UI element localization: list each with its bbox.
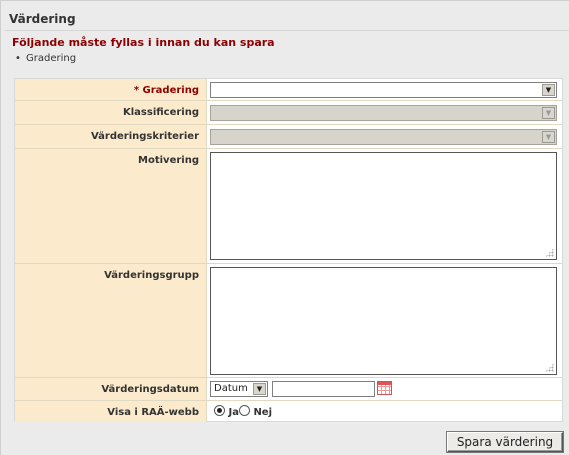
row-visa-raa-webb: Visa i RAÄ-webb Ja Nej bbox=[15, 401, 562, 422]
validation-error-item: Gradering bbox=[26, 53, 76, 64]
visa-raa-webb-options: Ja Nej bbox=[214, 405, 272, 418]
validation-error-list: Gradering bbox=[26, 53, 76, 64]
visa-raa-webb-label: Visa i RAÄ-webb bbox=[107, 407, 199, 418]
motivering-label-cell: Motivering bbox=[15, 149, 207, 263]
panel-title: Värdering bbox=[9, 12, 76, 26]
motivering-label: Motivering bbox=[138, 155, 199, 166]
klassificering-select[interactable]: ▼ bbox=[210, 105, 557, 121]
chevron-down-icon[interactable]: ▼ bbox=[542, 131, 555, 143]
row-gradering: * Gradering ▼ bbox=[15, 79, 562, 101]
resize-grip-icon[interactable] bbox=[545, 363, 554, 372]
gradering-label-cell: * Gradering bbox=[15, 79, 207, 100]
chevron-down-icon[interactable]: ▼ bbox=[542, 107, 555, 119]
varderingsgrupp-label-cell: Värderingsgrupp bbox=[15, 264, 207, 377]
varderingsgrupp-label: Värderingsgrupp bbox=[104, 270, 199, 281]
klassificering-label: Klassificering bbox=[122, 107, 199, 118]
visa-raa-webb-label-cell: Visa i RAÄ-webb bbox=[15, 401, 207, 422]
chevron-down-icon[interactable]: ▼ bbox=[253, 383, 266, 395]
varderingsgrupp-textarea[interactable] bbox=[210, 267, 557, 375]
row-varderingskriterier: Värderingskriterier ▼ bbox=[15, 125, 562, 149]
vardering-form: * Gradering ▼ Klassificering ▼ Värdering… bbox=[14, 78, 563, 422]
row-varderingsdatum: Värderingsdatum Datum ▼ bbox=[15, 378, 562, 401]
resize-grip-icon[interactable] bbox=[545, 248, 554, 257]
validation-error-heading: Följande måste fyllas i innan du kan spa… bbox=[12, 36, 275, 49]
varderingskriterier-label-cell: Värderingskriterier bbox=[15, 125, 207, 148]
date-type-select[interactable]: Datum ▼ bbox=[210, 381, 268, 397]
row-varderingsgrupp: Värderingsgrupp bbox=[15, 264, 562, 378]
vardering-panel: Värdering Följande måste fyllas i innan … bbox=[0, 0, 569, 455]
radio-nej[interactable] bbox=[238, 405, 250, 416]
chevron-down-icon[interactable]: ▼ bbox=[542, 84, 555, 96]
varderingsdatum-label: Värderingsdatum bbox=[101, 384, 199, 395]
motivering-textarea[interactable] bbox=[210, 152, 557, 260]
date-type-value: Datum bbox=[214, 383, 248, 394]
required-marker: * bbox=[133, 85, 140, 96]
varderingskriterier-label: Värderingskriterier bbox=[90, 131, 199, 142]
varderingsdatum-label-cell: Värderingsdatum bbox=[15, 378, 207, 400]
gradering-label: Gradering bbox=[142, 85, 199, 96]
radio-ja[interactable] bbox=[214, 405, 225, 416]
row-klassificering: Klassificering ▼ bbox=[15, 101, 562, 125]
gradering-select[interactable]: ▼ bbox=[210, 82, 557, 98]
title-divider bbox=[5, 30, 569, 31]
varderingskriterier-select[interactable]: ▼ bbox=[210, 129, 557, 145]
row-motivering: Motivering bbox=[15, 149, 562, 264]
save-vardering-button[interactable]: Spara värdering bbox=[447, 432, 563, 452]
calendar-icon[interactable] bbox=[377, 381, 392, 395]
radio-nej-label[interactable]: Nej bbox=[253, 407, 272, 418]
date-input[interactable] bbox=[272, 381, 375, 397]
klassificering-label-cell: Klassificering bbox=[15, 101, 207, 124]
radio-ja-label[interactable]: Ja bbox=[228, 407, 238, 418]
